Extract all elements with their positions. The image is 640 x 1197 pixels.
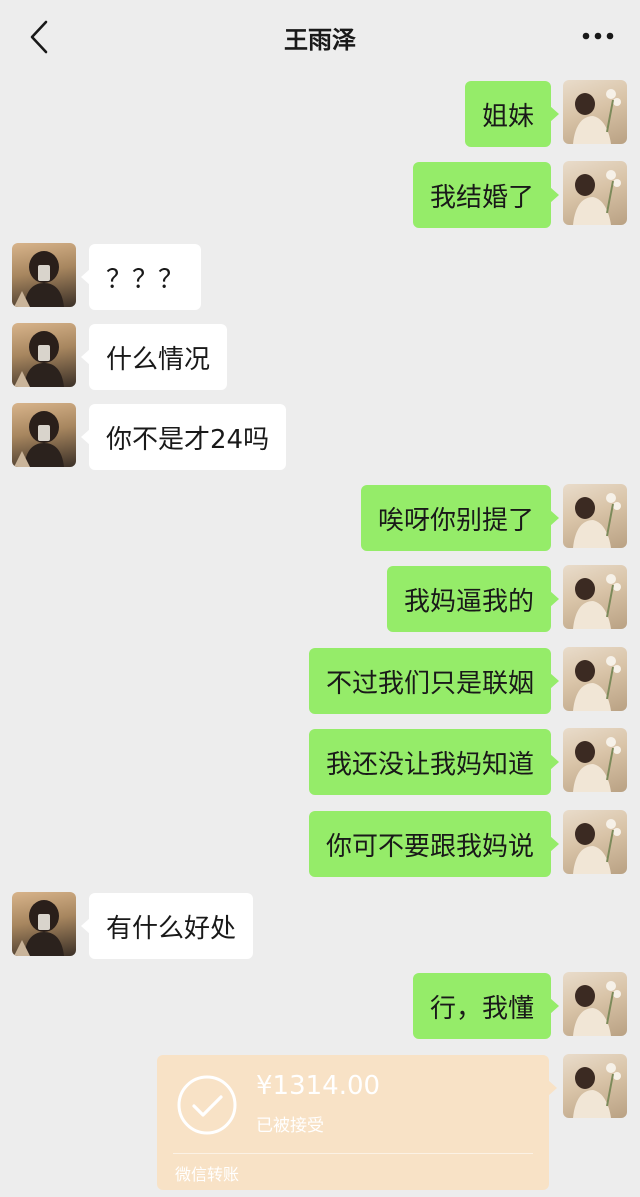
message-text: 我结婚了 [429,182,534,213]
message-text: 我还没让我妈知道 [325,749,534,780]
contact-message-bubble[interactable]: 有什么好处 [80,893,254,959]
my-message-bubble[interactable]: 我妈逼我的 [386,566,560,632]
my-message-bubble[interactable]: 唉呀你别提了 [360,485,560,551]
message-text: 有什么好处 [106,913,237,944]
my-avatar[interactable] [563,161,627,225]
contact-avatar[interactable] [12,403,76,467]
chat-title: 王雨泽 [284,26,356,54]
my-avatar[interactable] [563,972,627,1036]
message-text: 不过我们只是联姻 [325,668,534,699]
more-dots-icon [582,32,614,40]
contact-message-bubble[interactable]: ？？？ [80,244,202,310]
my-avatar[interactable] [563,810,627,874]
my-message-bubble[interactable]: 我结婚了 [412,162,560,228]
my-message-bubble[interactable]: 我还没让我妈知道 [308,729,560,795]
my-message-bubble[interactable]: 姐妹 [464,81,560,147]
message-text: 什么情况 [106,344,211,375]
my-avatar[interactable] [563,728,627,792]
more-button[interactable] [578,22,618,50]
message-text: 我妈逼我的 [403,586,534,617]
message-text: 行，我懂 [429,993,534,1024]
message-text: 唉呀你别提了 [377,505,534,536]
transfer-amount: ¥1314.00 [256,1071,381,1101]
top-bar: 王雨泽 [0,0,640,72]
transfer-status: 已被接受 [256,1116,324,1136]
my-message-bubble[interactable]: 行，我懂 [412,973,560,1039]
my-message-bubble[interactable]: 你可不要跟我妈说 [308,811,560,877]
my-avatar[interactable] [563,1054,627,1118]
contact-avatar[interactable] [12,243,76,307]
message-text: 姐妹 [481,101,534,132]
my-avatar[interactable] [563,80,627,144]
transfer-divider [173,1153,533,1154]
check-circle-icon [177,1075,237,1135]
contact-message-bubble[interactable]: 你不是才24吗 [80,404,287,470]
transfer-footer: 微信转账 [175,1165,240,1184]
my-message-bubble[interactable]: 不过我们只是联姻 [308,648,560,714]
my-avatar[interactable] [563,565,627,629]
contact-avatar[interactable] [12,323,76,387]
transfer-card[interactable]: ¥1314.00 已被接受 微信转账 [157,1055,557,1190]
contact-avatar[interactable] [12,892,76,956]
my-avatar[interactable] [563,484,627,548]
message-text: 你不是才24吗 [106,424,270,455]
contact-message-bubble[interactable]: 什么情况 [80,324,228,390]
message-text: 你可不要跟我妈说 [325,831,534,862]
my-avatar[interactable] [563,647,627,711]
message-text: ？？？ [106,264,185,295]
